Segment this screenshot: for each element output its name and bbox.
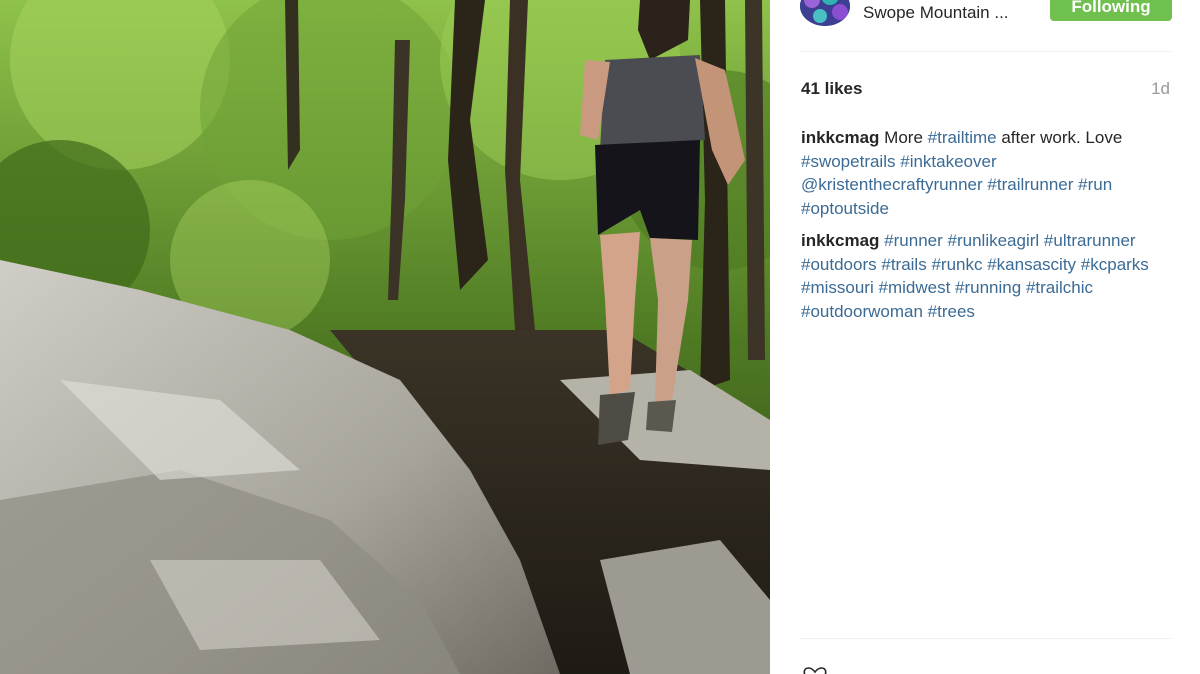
hashtag-link[interactable]: #trails (881, 255, 926, 274)
heart-icon[interactable] (803, 666, 827, 674)
instagram-post: Swope Mountain ... Following 41 likes 1d… (0, 0, 1200, 674)
mention-link[interactable]: @kristenthecraftyrunner (801, 175, 983, 194)
comment-username[interactable]: inkkcmag (801, 231, 879, 250)
post-header: Swope Mountain ... Following (770, 0, 1200, 52)
hashtag-link[interactable]: #runkc (931, 255, 982, 274)
avatar-image (800, 0, 850, 26)
post-sidebar: Swope Mountain ... Following 41 likes 1d… (770, 0, 1200, 674)
heart-icon-shape (803, 667, 827, 674)
post-photo[interactable] (0, 0, 770, 674)
hashtag-link[interactable]: #missouri (801, 278, 874, 297)
hashtag-link[interactable]: #runner (884, 231, 943, 250)
comment: inkkcmag #runner #runlikeagirl #ultrarun… (801, 229, 1173, 323)
hashtag-link[interactable]: #optoutside (801, 199, 889, 218)
hashtag-link[interactable]: #kcparks (1081, 255, 1149, 274)
hashtag-link[interactable]: #trailchic (1026, 278, 1093, 297)
footer-divider (800, 638, 1171, 639)
comment: inkkcmag More #trailtime after work. Lov… (801, 126, 1173, 220)
location-link[interactable]: Swope Mountain ... (863, 3, 1009, 23)
hashtag-link[interactable]: #inktakeover (900, 152, 996, 171)
comment-text: More (884, 128, 923, 147)
hashtag-link[interactable]: #run (1078, 175, 1112, 194)
hashtag-link[interactable]: #running (955, 278, 1021, 297)
hashtag-link[interactable]: #ultrarunner (1044, 231, 1136, 250)
hashtag-link[interactable]: #swopetrails (801, 152, 896, 171)
hashtag-link[interactable]: #trailtime (928, 128, 997, 147)
avatar[interactable] (800, 0, 850, 26)
hashtag-link[interactable]: #midwest (878, 278, 950, 297)
hashtag-link[interactable]: #kansascity (987, 255, 1076, 274)
header-divider (800, 51, 1171, 52)
trail-runner-image (0, 0, 770, 674)
hashtag-link[interactable]: #runlikeagirl (948, 231, 1040, 250)
comment-username[interactable]: inkkcmag (801, 128, 879, 147)
comment-text: after work. Love (1001, 128, 1123, 147)
hashtag-link[interactable]: #outdoors (801, 255, 877, 274)
post-time[interactable]: 1d (1151, 79, 1170, 99)
hashtag-link[interactable]: #trailrunner (987, 175, 1073, 194)
likes-count[interactable]: 41 likes (801, 79, 862, 99)
hashtag-link[interactable]: #trees (928, 302, 975, 321)
hashtag-link[interactable]: #outdoorwoman (801, 302, 923, 321)
following-button[interactable]: Following (1050, 0, 1172, 21)
